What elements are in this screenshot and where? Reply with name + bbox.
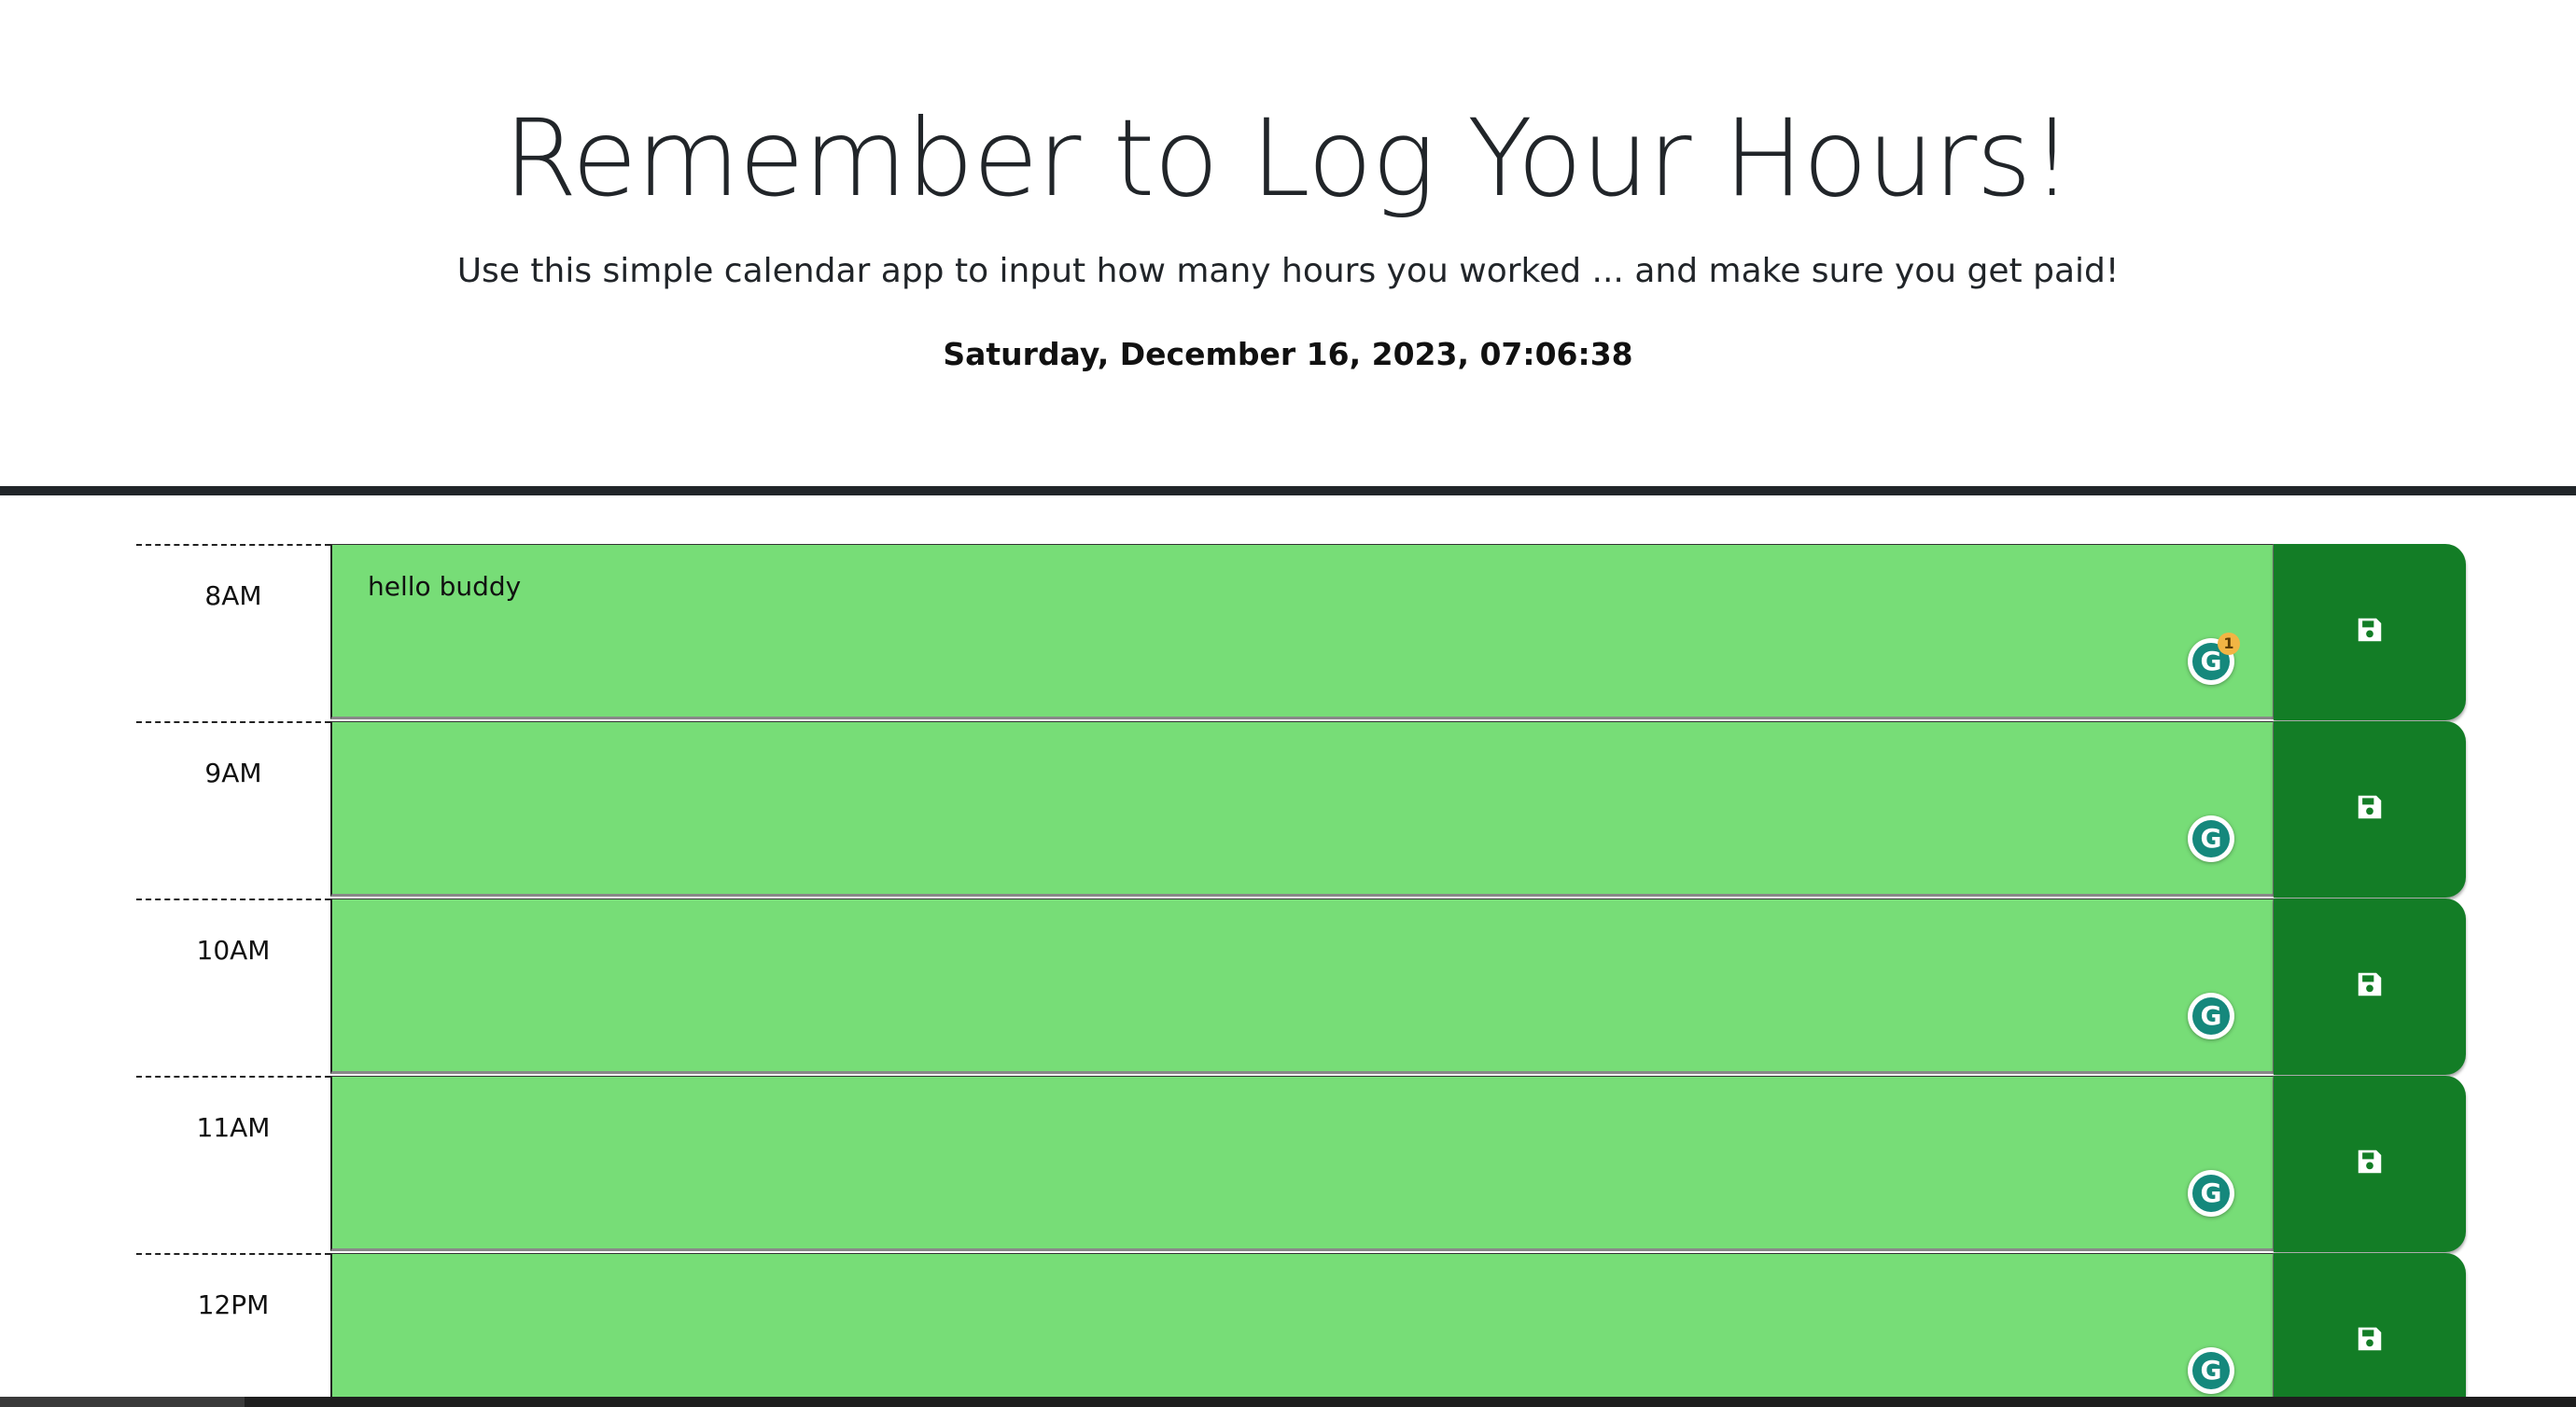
floppy-disk-icon [2358,1149,2382,1174]
os-taskbar [0,1397,2576,1407]
hour-label: 10AM [136,899,330,1075]
floppy-disk-icon [2358,1327,2382,1351]
time-block-textarea[interactable] [330,899,2274,1074]
page-title: Remember to Log Your Hours! [503,96,2074,220]
save-button[interactable] [2274,1253,2466,1397]
time-block-textarea[interactable]: hello buddy [330,544,2274,719]
floppy-disk-icon [2358,972,2382,996]
grammarly-suggestion-badge: 1 [2218,633,2240,655]
save-button[interactable] [2274,899,2466,1075]
time-block-textarea[interactable] [330,721,2274,897]
time-block-row: 9AM G [0,721,2576,899]
time-block-textarea[interactable] [330,1253,2274,1397]
hour-label: 12PM [136,1253,330,1397]
header-divider [0,486,2576,495]
grammarly-g-icon: G [2192,1175,2230,1212]
grammarly-g-icon: G [2192,1352,2230,1389]
grammarly-icon[interactable]: G [2188,1347,2234,1394]
floppy-disk-icon [2358,618,2382,642]
hour-label: 9AM [136,721,330,898]
grammarly-g-icon: G [2192,997,2230,1035]
time-block-textarea[interactable] [330,1076,2274,1251]
hour-label: 8AM [136,544,330,720]
page-subtitle: Use this simple calendar app to input ho… [456,252,2120,290]
current-datetime: Saturday, December 16, 2023, 07:06:38 [943,336,1633,372]
floppy-disk-icon [2358,795,2382,819]
save-button[interactable] [2274,544,2466,720]
grammarly-g-icon: G [2192,820,2230,857]
time-block-row: 8AM hello buddy G 1 [0,544,2576,721]
save-button[interactable] [2274,1076,2466,1252]
time-block-row: 12PM G [0,1253,2576,1397]
grammarly-icon[interactable]: G [2188,1170,2234,1217]
grammarly-icon[interactable]: G 1 [2188,633,2240,685]
taskbar-left-block [0,1397,245,1407]
save-button[interactable] [2274,721,2466,898]
time-block-row: 11AM G [0,1076,2576,1253]
grammarly-icon[interactable]: G [2188,993,2234,1039]
page-header: Remember to Log Your Hours! Use this sim… [0,0,2576,485]
time-block-row: 10AM G [0,899,2576,1076]
grammarly-icon[interactable]: G [2188,815,2234,862]
hour-label: 11AM [136,1076,330,1252]
